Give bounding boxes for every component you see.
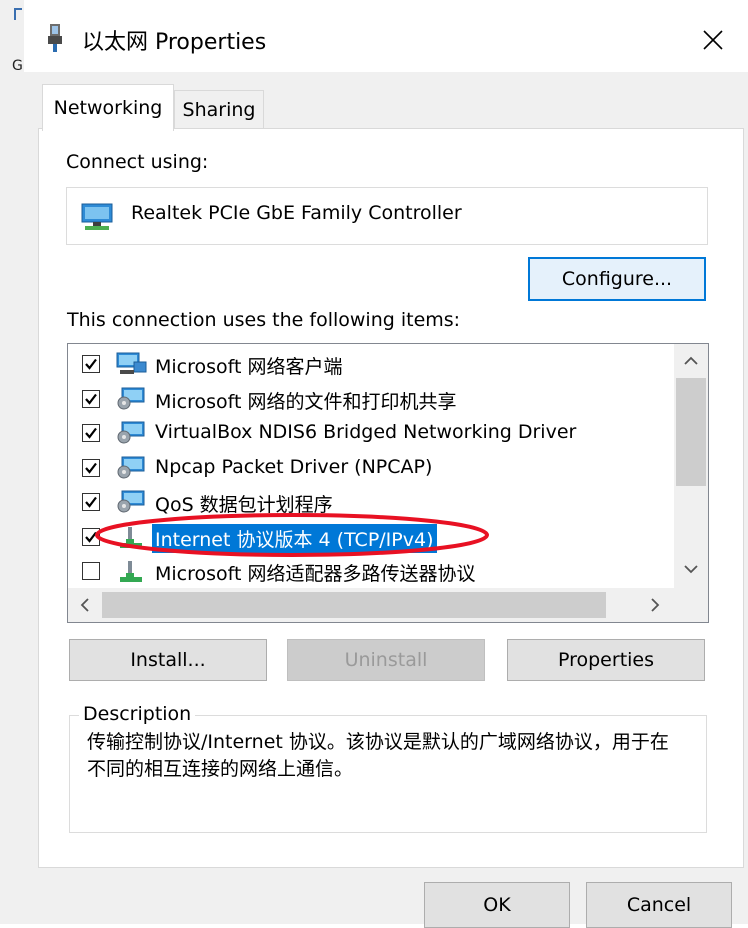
ok-button-label: OK: [483, 894, 511, 916]
item-label: Npcap Packet Driver (NPCAP): [155, 455, 433, 478]
network-service-icon: [117, 421, 145, 444]
network-service-icon: [117, 456, 145, 478]
item-label: VirtualBox NDIS6 Bridged Networking Driv…: [155, 421, 577, 443]
list-item[interactable]: Microsoft 网络客户端: [68, 348, 674, 382]
checkmark-icon: [85, 531, 97, 543]
adapter-name: Realtek PCIe GbE Family Controller: [131, 202, 462, 224]
horizontal-scrollbar[interactable]: [68, 588, 674, 622]
configure-button[interactable]: Configure...: [528, 257, 706, 301]
properties-dialog: 以太网 Properties Networking Sharing Connec…: [24, 0, 748, 928]
chevron-right-icon: [651, 598, 660, 612]
close-button[interactable]: [688, 18, 738, 62]
protocol-icon: [120, 561, 142, 582]
network-adapter-icon: [48, 24, 62, 52]
items-label: This connection uses the following items…: [67, 309, 461, 331]
item-checkbox[interactable]: [82, 562, 100, 580]
uninstall-button[interactable]: Uninstall: [287, 639, 485, 681]
cancel-button-label: Cancel: [626, 894, 692, 916]
items-listbox[interactable]: Microsoft 网络客户端 Microsoft 网络的文件和打印机共享 Virt…: [67, 343, 709, 623]
item-label: Microsoft 网络适配器多路传送器协议: [155, 563, 476, 585]
checkmark-icon: [85, 358, 97, 370]
checkmark-icon: [85, 427, 97, 439]
chevron-left-icon: [80, 598, 89, 612]
checkmark-icon: [85, 462, 97, 474]
item-checkbox[interactable]: [82, 424, 100, 442]
scroll-up-arrow[interactable]: [674, 344, 708, 378]
connect-using-label: Connect using:: [66, 151, 209, 173]
protocol-icon: [120, 526, 142, 548]
item-label: Internet 协议版本 4 (TCP/IPv4): [151, 522, 438, 554]
description-legend: Description: [79, 703, 196, 725]
list-item[interactable]: QoS 数据包计划程序: [68, 486, 674, 520]
list-item[interactable]: Npcap Packet Driver (NPCAP): [68, 452, 674, 486]
item-properties-button-label: Properties: [557, 649, 655, 671]
configure-button-label: Configure...: [561, 268, 673, 290]
horizontal-scroll-thumb[interactable]: [102, 592, 606, 618]
close-icon: [703, 30, 723, 50]
install-button-label: Install...: [130, 649, 206, 671]
item-properties-button[interactable]: Properties: [507, 639, 705, 681]
description-text: 传输控制协议/Internet 协议。该协议是默认的广域网络协议，用于在不同的相…: [87, 731, 669, 780]
vertical-scrollbar[interactable]: [674, 344, 708, 588]
cancel-button[interactable]: Cancel: [586, 882, 732, 928]
network-service-icon: [117, 387, 145, 409]
item-checkbox[interactable]: [82, 355, 100, 373]
dialog-title: 以太网 Properties: [82, 30, 267, 55]
background-window-glyph: G: [12, 58, 23, 74]
item-checkbox[interactable]: [82, 493, 100, 511]
uninstall-button-label: Uninstall: [344, 649, 428, 671]
scroll-right-arrow[interactable]: [638, 588, 672, 622]
ok-button[interactable]: OK: [424, 882, 570, 928]
item-label: Microsoft 网络客户端: [155, 356, 343, 378]
networking-panel: Connect using: Realtek PCIe GbE Family C…: [38, 128, 744, 868]
item-label: QoS 数据包计划程序: [155, 494, 333, 516]
network-service-icon: [117, 490, 145, 513]
network-client-icon: [116, 352, 147, 374]
network-adapter-icon: [81, 203, 113, 230]
scroll-left-arrow[interactable]: [68, 588, 102, 622]
adapter-box: Realtek PCIe GbE Family Controller: [66, 187, 708, 245]
list-item[interactable]: VirtualBox NDIS6 Bridged Networking Driv…: [68, 417, 674, 451]
checkmark-icon: [85, 496, 97, 508]
checkmark-icon: [85, 393, 97, 405]
item-label: Microsoft 网络的文件和打印机共享: [155, 390, 457, 413]
title-bar[interactable]: 以太网 Properties: [24, 0, 748, 72]
item-checkbox[interactable]: [82, 527, 100, 546]
list-item[interactable]: Microsoft 网络适配器多路传送器协议: [68, 555, 674, 589]
item-checkbox[interactable]: [82, 389, 100, 408]
background-window-mark: [14, 8, 22, 20]
tab-networking[interactable]: Networking: [42, 84, 174, 131]
vertical-scroll-thumb[interactable]: [676, 378, 706, 486]
chevron-up-icon: [684, 356, 698, 365]
tab-sharing[interactable]: Sharing: [174, 90, 264, 129]
scroll-down-arrow[interactable]: [674, 552, 708, 586]
install-button[interactable]: Install...: [69, 639, 267, 681]
chevron-down-icon: [684, 565, 698, 574]
scroll-corner: [674, 588, 708, 622]
background-window: G: [0, 0, 25, 924]
list-item[interactable]: Internet 协议版本 4 (TCP/IPv4): [68, 521, 674, 555]
item-checkbox[interactable]: [82, 458, 100, 477]
list-item[interactable]: Microsoft 网络的文件和打印机共享: [68, 383, 674, 417]
